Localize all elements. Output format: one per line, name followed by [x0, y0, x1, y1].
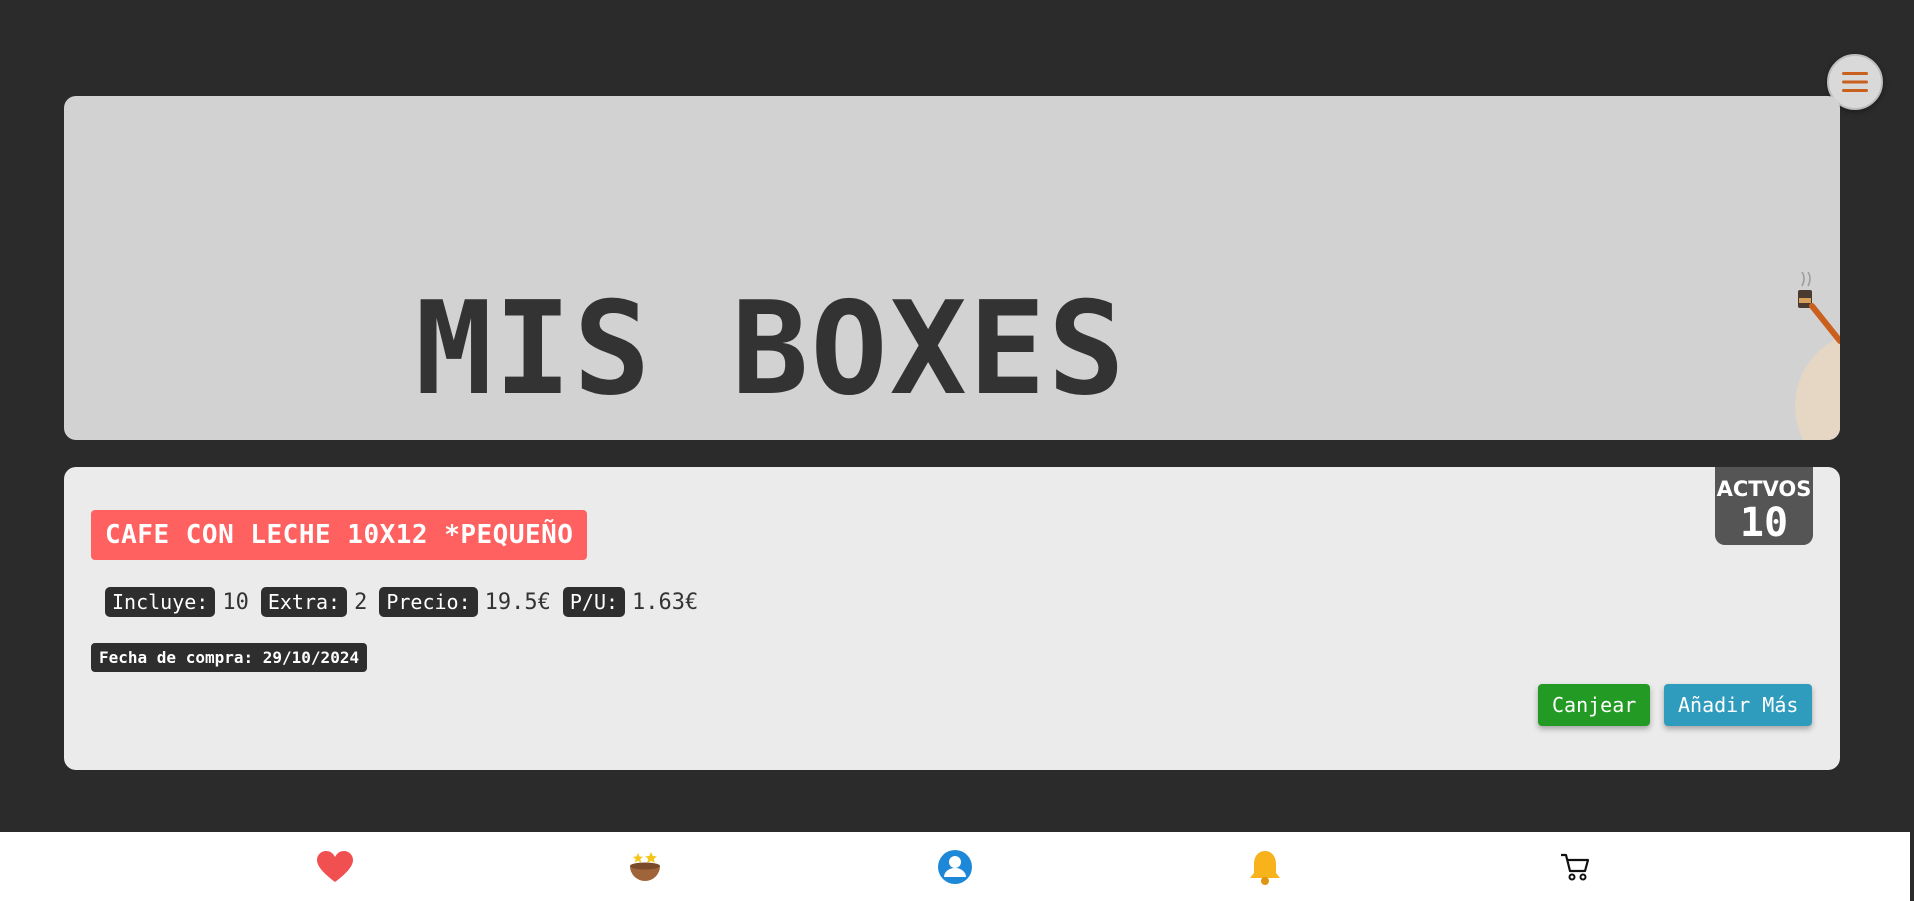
includes-label: Incluye: [105, 587, 216, 617]
box-stats: Incluye: 10 Extra: 2 Precio: 19.5€ P/U: … [105, 587, 710, 617]
price-value: 19.5€ [484, 589, 551, 615]
add-more-button[interactable]: Añadir Más [1664, 684, 1813, 726]
nav-boxes[interactable] [625, 847, 665, 887]
user-profile-icon [938, 849, 972, 884]
unit-price-label: P/U: [562, 587, 626, 617]
unit-price-value: 1.63€ [632, 589, 699, 615]
coffee-bowl-stars-icon [630, 851, 660, 881]
hero-banner: MIS BOXES [64, 96, 1840, 440]
shopping-cart-icon [1561, 853, 1590, 880]
box-card: CAFE CON LECHE 10X12 *PEQUEÑO ACTVOS 10 … [64, 467, 1840, 770]
redeem-button[interactable]: Canjear [1538, 684, 1651, 726]
extra-value: 2 [354, 589, 368, 615]
bell-icon [1250, 850, 1280, 885]
nav-favorites[interactable] [315, 847, 355, 887]
includes-value: 10 [222, 589, 249, 615]
coffee-illustration-icon [1795, 271, 1840, 440]
active-count: 10 [1739, 500, 1789, 546]
extra-label: Extra: [260, 587, 348, 617]
nav-notifications[interactable] [1245, 847, 1285, 887]
price-label: Precio: [379, 587, 478, 617]
heart-icon [317, 850, 353, 882]
hamburger-menu-icon [1842, 72, 1868, 92]
active-label: ACTVOS [1716, 477, 1812, 501]
nav-cart[interactable] [1555, 847, 1595, 887]
product-title: CAFE CON LECHE 10X12 *PEQUEÑO [91, 510, 588, 560]
purchase-date: Fecha de compra: 29/10/2024 [91, 643, 368, 672]
bottom-nav [0, 832, 1910, 901]
page-title: MIS BOXES [415, 275, 1127, 424]
nav-profile[interactable] [935, 847, 975, 887]
active-badge: ACTVOS 10 [1715, 467, 1813, 545]
